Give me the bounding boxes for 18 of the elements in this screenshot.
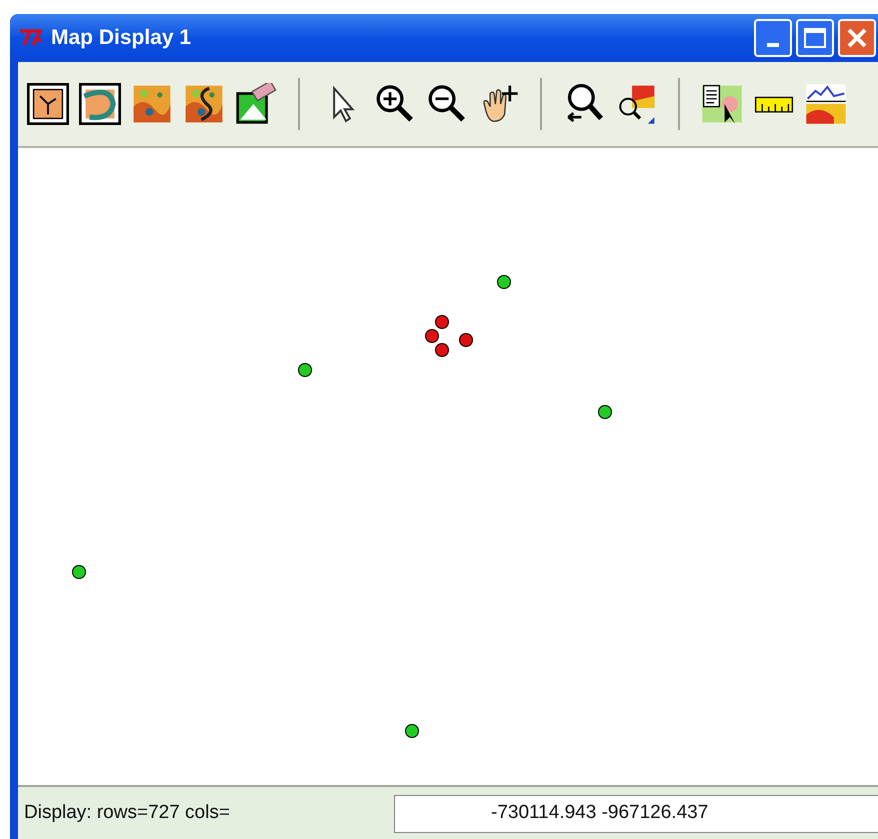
close-icon: [846, 27, 868, 49]
map-point[interactable]: [405, 724, 419, 738]
map-point[interactable]: [497, 275, 511, 289]
map-point[interactable]: [598, 405, 612, 419]
map-point[interactable]: [435, 343, 449, 357]
map-point[interactable]: [72, 565, 86, 579]
map-point[interactable]: [459, 333, 473, 347]
window-title: Map Display 1: [51, 25, 192, 52]
framed-map-icon[interactable]: [26, 80, 70, 128]
close-button[interactable]: [838, 19, 876, 57]
map-point[interactable]: [435, 315, 449, 329]
minimize-button[interactable]: [754, 19, 792, 57]
refresh-map-icon[interactable]: [78, 80, 122, 128]
map-point[interactable]: [425, 329, 439, 343]
map-point[interactable]: [298, 363, 312, 377]
coordinates-field: -730114.943 -967126.437: [394, 794, 878, 832]
status-text: Display: rows=727 cols=: [24, 801, 231, 826]
maximize-button[interactable]: [796, 19, 834, 57]
